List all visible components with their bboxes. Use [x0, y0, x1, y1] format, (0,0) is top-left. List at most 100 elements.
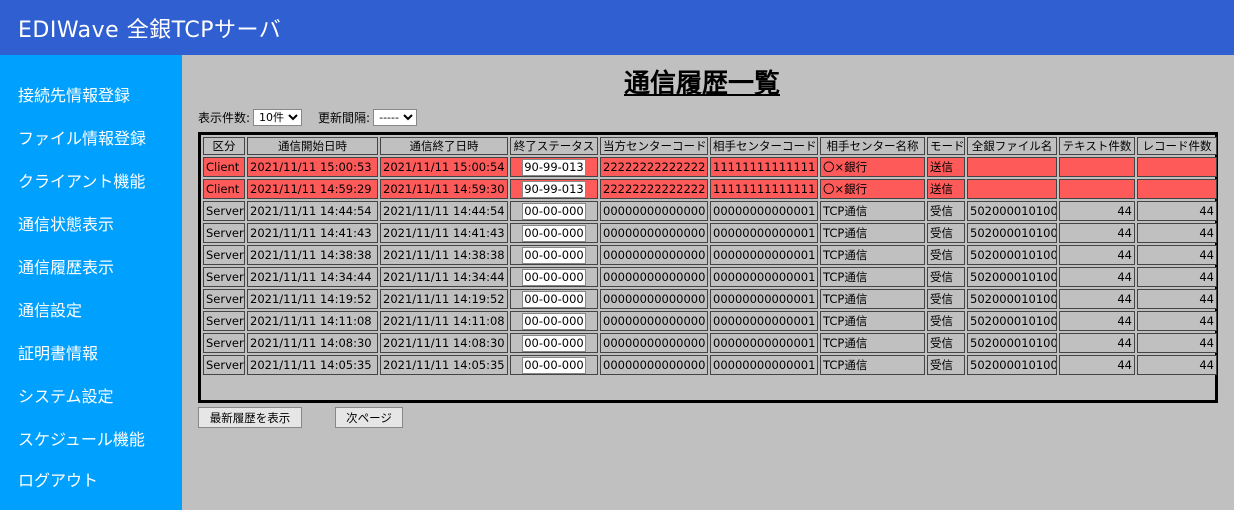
app-title: EDIWave 全銀TCPサーバ [18, 18, 282, 43]
cell-own-center: 00000000000000 [600, 311, 708, 331]
cell-start: 2021/11/11 14:59:29 [247, 179, 378, 199]
cell-partner-center: 00000000000001 [710, 223, 818, 243]
cell-start: 2021/11/11 14:41:43 [247, 223, 378, 243]
cell-text-count: 44 [1059, 223, 1135, 243]
cell-partner-name: TCP通信 [820, 289, 925, 309]
cell-file: 502000010100 [967, 201, 1057, 221]
cell-start: 2021/11/11 14:19:52 [247, 289, 378, 309]
sidebar-item-certificate[interactable]: 証明書情報 [18, 340, 98, 364]
cell-record-count: 44 [1137, 267, 1217, 287]
sidebar-item-comm-history[interactable]: 通信履歴表示 [18, 254, 114, 278]
cell-record-count: 44 [1137, 311, 1217, 331]
sidebar-item-connection-register[interactable]: 接続先情報登録 [18, 82, 130, 106]
cell-partner-center: 00000000000001 [710, 311, 818, 331]
cell-kind: Server [203, 223, 245, 243]
col-header-kind: 区分 [203, 137, 245, 155]
cell-start: 2021/11/11 14:05:35 [247, 355, 378, 375]
history-table: 区分 通信開始日時 通信終了日時 終了ステータス 当方センターコード 相手センタ… [201, 135, 1219, 377]
table-row: Client 2021/11/11 15:00:53 2021/11/11 15… [203, 157, 1217, 177]
cell-mode: 送信 [927, 157, 965, 177]
cell-partner-center: 00000000000001 [710, 289, 818, 309]
app-header: EDIWave 全銀TCPサーバ [0, 0, 1234, 55]
cell-mode: 受信 [927, 289, 965, 309]
table-header-row: 区分 通信開始日時 通信終了日時 終了ステータス 当方センターコード 相手センタ… [203, 137, 1217, 155]
status-button[interactable]: 00-00-000 [522, 202, 586, 220]
cell-file: 502000010100 [967, 355, 1057, 375]
update-interval-select[interactable]: ----- [373, 109, 418, 126]
next-page-button[interactable]: 次ページ [335, 407, 403, 428]
cell-end: 2021/11/11 14:59:30 [380, 179, 508, 199]
sidebar-item-schedule[interactable]: スケジュール機能 [18, 426, 145, 450]
cell-file: 502000010100 [967, 267, 1057, 287]
cell-own-center: 00000000000000 [600, 333, 708, 353]
cell-partner-center: 00000000000001 [710, 201, 818, 221]
cell-text-count: 44 [1059, 267, 1135, 287]
cell-text-count [1059, 179, 1135, 199]
cell-mode: 受信 [927, 267, 965, 287]
cell-partner-name: TCP通信 [820, 333, 925, 353]
table-row: Server 2021/11/11 14:41:43 2021/11/11 14… [203, 223, 1217, 243]
cell-file: 502000010100 [967, 311, 1057, 331]
cell-partner-center: 00000000000001 [710, 245, 818, 265]
cell-record-count: 44 [1137, 333, 1217, 353]
cell-mode: 受信 [927, 355, 965, 375]
cell-mode: 受信 [927, 333, 965, 353]
status-button[interactable]: 00-00-000 [522, 268, 586, 286]
cell-own-center: 00000000000000 [600, 245, 708, 265]
status-button[interactable]: 00-00-000 [522, 356, 586, 374]
cell-file: 502000010100 [967, 245, 1057, 265]
cell-mode: 受信 [927, 223, 965, 243]
status-button[interactable]: 00-00-000 [522, 334, 586, 352]
status-button[interactable]: 90-99-013 [522, 158, 586, 176]
cell-kind: Server [203, 289, 245, 309]
history-table-frame: 区分 通信開始日時 通信終了日時 終了ステータス 当方センターコード 相手センタ… [198, 132, 1218, 403]
status-button[interactable]: 00-00-000 [522, 312, 586, 330]
display-count-select[interactable]: 10件 [253, 109, 303, 126]
status-button[interactable]: 00-00-000 [522, 290, 586, 308]
table-row: Server 2021/11/11 14:11:08 2021/11/11 14… [203, 311, 1217, 331]
col-header-record-count: レコード件数 [1137, 137, 1217, 155]
sidebar-item-comm-status[interactable]: 通信状態表示 [18, 211, 114, 235]
show-latest-history-button[interactable]: 最新履歴を表示 [198, 407, 302, 428]
cell-own-center: 00000000000000 [600, 355, 708, 375]
cell-own-center: 00000000000000 [600, 289, 708, 309]
cell-status: 00-00-000 [510, 333, 598, 353]
table-row: Server 2021/11/11 14:19:52 2021/11/11 14… [203, 289, 1217, 309]
cell-mode: 受信 [927, 201, 965, 221]
cell-text-count [1059, 157, 1135, 177]
cell-end: 2021/11/11 14:41:43 [380, 223, 508, 243]
status-button[interactable]: 90-99-013 [522, 180, 586, 198]
cell-kind: Server [203, 355, 245, 375]
cell-own-center: 22222222222222 [600, 179, 708, 199]
cell-kind: Server [203, 201, 245, 221]
status-button[interactable]: 00-00-000 [522, 224, 586, 242]
sidebar-item-comm-settings[interactable]: 通信設定 [18, 297, 82, 321]
col-header-partner-name: 相手センター名称 [820, 137, 925, 155]
cell-kind: Server [203, 267, 245, 287]
cell-partner-name: TCP通信 [820, 267, 925, 287]
cell-kind: Server [203, 311, 245, 331]
cell-partner-center: 00000000000001 [710, 333, 818, 353]
cell-kind: Server [203, 333, 245, 353]
col-header-start: 通信開始日時 [247, 137, 378, 155]
cell-partner-name: 〇×銀行 [820, 157, 925, 177]
col-header-mode: モード [927, 137, 965, 155]
sidebar-item-client-function[interactable]: クライアント機能 [18, 168, 145, 192]
cell-record-count: 44 [1137, 201, 1217, 221]
sidebar: 接続先情報登録 ファイル情報登録 クライアント機能 通信状態表示 通信履歴表示 … [0, 55, 182, 510]
cell-file [967, 179, 1057, 199]
cell-start: 2021/11/11 14:38:38 [247, 245, 378, 265]
sidebar-item-system-settings[interactable]: システム設定 [18, 383, 114, 407]
cell-end: 2021/11/11 14:44:54 [380, 201, 508, 221]
col-header-partner-center: 相手センターコード [710, 137, 818, 155]
sidebar-item-file-register[interactable]: ファイル情報登録 [18, 125, 146, 149]
cell-text-count: 44 [1059, 245, 1135, 265]
cell-end: 2021/11/11 14:19:52 [380, 289, 508, 309]
status-button[interactable]: 00-00-000 [522, 246, 586, 264]
cell-status: 90-99-013 [510, 157, 598, 177]
col-header-end: 通信終了日時 [380, 137, 508, 155]
cell-partner-name: TCP通信 [820, 223, 925, 243]
cell-file: 502000010100 [967, 289, 1057, 309]
sidebar-item-logout[interactable]: ログアウト [18, 467, 98, 491]
cell-mode: 送信 [927, 179, 965, 199]
